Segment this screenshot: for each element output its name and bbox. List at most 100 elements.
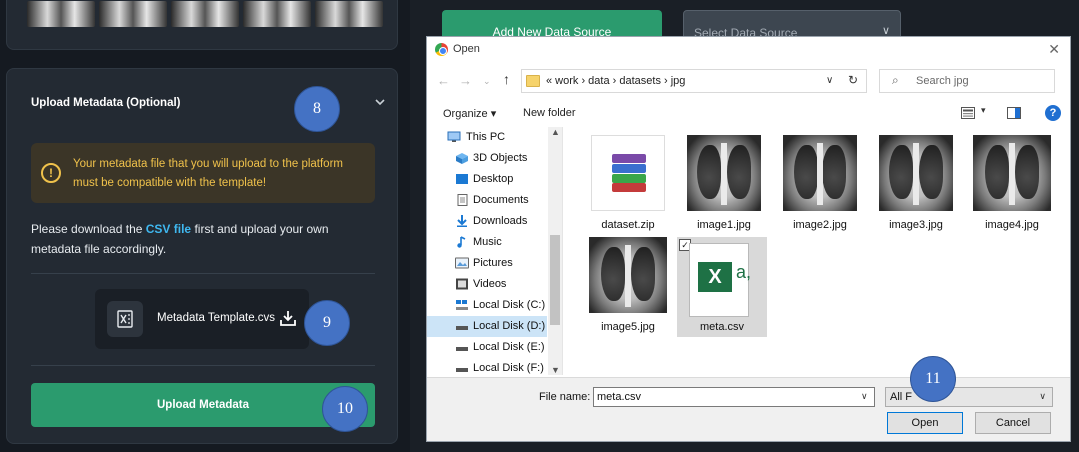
help-icon[interactable]: ? bbox=[1045, 105, 1061, 121]
view-dropdown-icon[interactable]: ▾ bbox=[981, 105, 986, 116]
close-icon[interactable]: ✕ bbox=[1048, 41, 1060, 58]
address-bar[interactable]: « work › data › datasets › jpg ∨ ↻ bbox=[521, 69, 867, 93]
chevron-down-icon[interactable]: ∨ bbox=[826, 75, 833, 86]
nav-scrollbar[interactable]: ▲ ▼ bbox=[548, 127, 562, 375]
pc-icon bbox=[447, 131, 461, 142]
back-arrow-icon[interactable]: ← bbox=[437, 73, 450, 88]
upload-metadata-title[interactable]: Upload Metadata (Optional) bbox=[31, 97, 181, 109]
file-item-image2[interactable]: image2.jpg bbox=[775, 135, 865, 235]
file-name: image1.jpg bbox=[697, 219, 751, 231]
xray-thumbnail[interactable] bbox=[171, 1, 239, 27]
forward-arrow-icon[interactable]: → bbox=[459, 73, 472, 88]
xray-thumbnail bbox=[973, 135, 1051, 211]
nav-item-this-pc[interactable]: This PC bbox=[427, 127, 547, 148]
pictures-icon bbox=[455, 257, 469, 269]
file-item-meta-csv[interactable]: ✓ X a, meta.csv bbox=[677, 237, 767, 337]
scroll-up-icon[interactable]: ▲ bbox=[551, 127, 560, 137]
chrome-icon bbox=[435, 43, 448, 56]
nav-item-label: Local Disk (F:) bbox=[473, 362, 544, 374]
nav-item-documents[interactable]: Documents bbox=[427, 190, 547, 211]
chevron-down-icon: ∨ bbox=[1039, 391, 1046, 401]
view-controls: ▾ ? bbox=[961, 105, 1061, 123]
documents-icon bbox=[457, 194, 468, 206]
chevron-down-icon[interactable] bbox=[373, 95, 387, 109]
file-type-value: All F bbox=[890, 391, 912, 403]
nav-item-local-disk-c[interactable]: Local Disk (C:) bbox=[427, 295, 547, 316]
file-name-input[interactable]: meta.csv bbox=[593, 387, 875, 407]
nav-item-local-disk-f[interactable]: Local Disk (F:) bbox=[427, 358, 547, 375]
file-item-image3[interactable]: image3.jpg bbox=[871, 135, 961, 235]
step-marker-9: 9 bbox=[304, 300, 350, 346]
nav-item-label: Desktop bbox=[473, 173, 514, 185]
warning-text: Your metadata file that you will upload … bbox=[73, 158, 343, 189]
open-file-dialog: Open ✕ ← → ⌄ ↑ « work › data › datasets … bbox=[426, 36, 1071, 442]
file-item-image5[interactable]: image5.jpg bbox=[583, 237, 673, 337]
xray-thumbnail[interactable] bbox=[99, 1, 167, 27]
step-marker-11: 11 bbox=[910, 356, 956, 402]
divider bbox=[31, 365, 375, 366]
file-list: dataset.zip image1.jpg image2.jpg image3… bbox=[569, 131, 1069, 377]
step-marker-10: 10 bbox=[322, 386, 368, 432]
xray-thumbnail[interactable] bbox=[315, 1, 383, 27]
cube-icon bbox=[456, 153, 468, 164]
file-item-image4[interactable]: image4.jpg bbox=[967, 135, 1057, 235]
xray-thumbnail[interactable] bbox=[243, 1, 311, 27]
csv-file-link[interactable]: CSV file bbox=[146, 222, 191, 236]
new-folder-button[interactable]: New folder bbox=[523, 107, 576, 119]
videos-icon bbox=[456, 278, 468, 290]
image-preview-card bbox=[6, 0, 398, 50]
nav-item-local-disk-d[interactable]: Local Disk (D:) bbox=[427, 316, 547, 337]
address-path: « work › data › datasets › jpg bbox=[546, 75, 686, 87]
image-thumbnail-strip bbox=[27, 1, 383, 27]
file-name: dataset.zip bbox=[601, 219, 655, 231]
download-instructions: Please download the CSV file first and u… bbox=[31, 219, 371, 259]
dialog-toolbar: Organize ▾ New folder ▾ ? bbox=[427, 101, 1070, 125]
file-type-select[interactable]: All F ∨ bbox=[885, 387, 1053, 407]
up-arrow-icon[interactable]: ↑ bbox=[503, 71, 510, 87]
view-options-icon[interactable] bbox=[961, 107, 975, 119]
instructions-before: Please download the bbox=[31, 222, 146, 236]
nav-item-pictures[interactable]: Pictures bbox=[427, 253, 547, 274]
chevron-down-icon[interactable]: ∨ bbox=[861, 391, 868, 402]
recent-locations-icon[interactable]: ⌄ bbox=[483, 76, 491, 87]
file-name: image4.jpg bbox=[985, 219, 1039, 231]
nav-item-videos[interactable]: Videos bbox=[427, 274, 547, 295]
navigation-pane: This PC 3D Objects Desktop Documents Dow… bbox=[427, 127, 563, 375]
divider bbox=[31, 273, 375, 274]
organize-menu[interactable]: Organize ▾ bbox=[443, 107, 496, 120]
nav-item-label: Local Disk (C:) bbox=[473, 299, 546, 311]
nav-item-desktop[interactable]: Desktop bbox=[427, 169, 547, 190]
scroll-down-icon[interactable]: ▼ bbox=[551, 365, 560, 375]
nav-item-label: Downloads bbox=[473, 215, 528, 227]
search-icon: ⌕ bbox=[892, 73, 899, 87]
download-icon[interactable] bbox=[279, 309, 297, 327]
file-item-image1[interactable]: image1.jpg bbox=[679, 135, 769, 235]
nav-item-music[interactable]: Music bbox=[427, 232, 547, 253]
metadata-template-download[interactable]: Metadata Template.cvs bbox=[95, 289, 309, 349]
scroll-thumb[interactable] bbox=[550, 235, 560, 325]
nav-item-local-disk-e[interactable]: Local Disk (E:) bbox=[427, 337, 547, 358]
nav-item-downloads[interactable]: Downloads bbox=[427, 211, 547, 232]
file-item-dataset-zip[interactable]: dataset.zip bbox=[583, 135, 673, 235]
open-button[interactable]: Open bbox=[887, 412, 963, 434]
cancel-button[interactable]: Cancel bbox=[975, 412, 1051, 434]
nav-item-3d-objects[interactable]: 3D Objects bbox=[427, 148, 547, 169]
dialog-title-bar: Open ✕ bbox=[427, 37, 1070, 63]
search-input[interactable]: ⌕ Search jpg bbox=[879, 69, 1055, 93]
file-name: image3.jpg bbox=[889, 219, 943, 231]
file-name: meta.csv bbox=[699, 321, 744, 333]
excel-icon: X a, bbox=[689, 243, 751, 317]
refresh-icon[interactable]: ↻ bbox=[848, 73, 858, 87]
warning-alert: ! Your metadata file that you will uploa… bbox=[31, 143, 375, 203]
file-name: image5.jpg bbox=[601, 321, 655, 333]
download-icon bbox=[457, 215, 467, 227]
nav-item-label: This PC bbox=[466, 131, 506, 143]
nav-item-label: 3D Objects bbox=[473, 152, 528, 164]
preview-pane-icon[interactable] bbox=[1007, 107, 1021, 119]
excel-file-icon bbox=[107, 301, 143, 337]
nav-item-label: Documents bbox=[473, 194, 529, 206]
xray-thumbnail[interactable] bbox=[27, 1, 95, 27]
warning-icon: ! bbox=[41, 163, 61, 183]
file-name-label: File name: bbox=[539, 391, 591, 403]
step-marker-8: 8 bbox=[294, 86, 340, 132]
